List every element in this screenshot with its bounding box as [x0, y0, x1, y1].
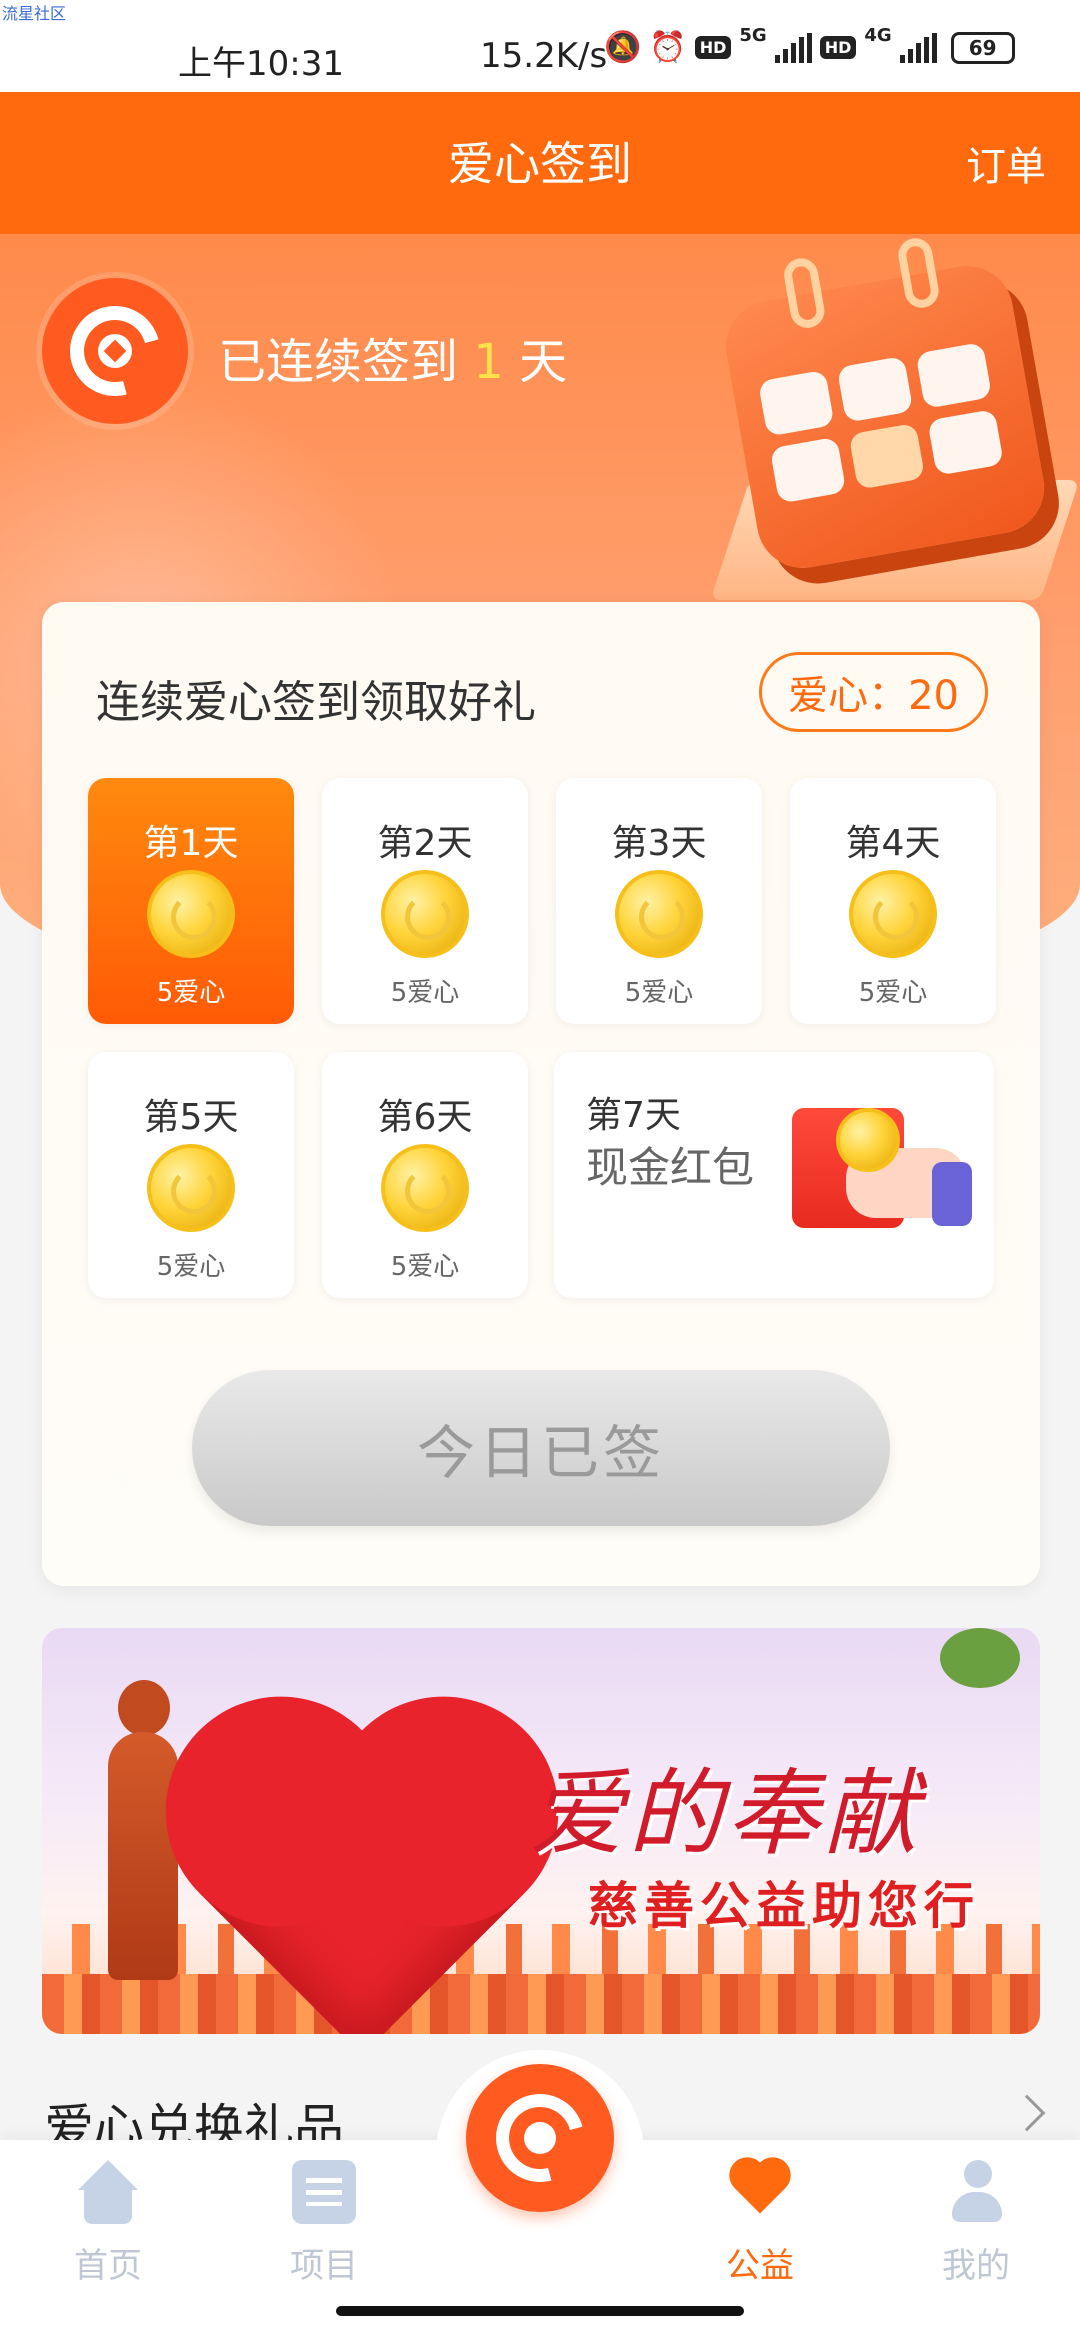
coin-icon	[147, 1144, 235, 1232]
tab-charity[interactable]: 公益	[690, 2160, 830, 2287]
coin-icon	[147, 870, 235, 958]
tab-projects[interactable]: 项目	[254, 2160, 394, 2287]
home-icon	[76, 2160, 140, 2224]
points-badge: 爱心：20	[759, 652, 988, 732]
coin-icon	[836, 1108, 900, 1172]
list-icon	[292, 2160, 356, 2224]
network-type-label: 5G	[739, 25, 767, 46]
watermark: 流星社区	[2, 4, 67, 23]
app-logo-icon	[42, 278, 188, 424]
coin-icon	[849, 870, 937, 958]
tab-label: 公益	[726, 2246, 794, 2286]
child-figure-head	[118, 1680, 170, 1736]
day-reward: 5爱心	[624, 978, 694, 1008]
day-label: 第4天	[845, 823, 941, 864]
page-title: 爱心签到	[448, 137, 632, 191]
day-reward: 5爱心	[390, 978, 460, 1008]
status-bar: 流星社区 上午10:31 15.2K/s 🔕 ⏰ HD 5G HD 4G 69	[0, 0, 1080, 92]
streak-suffix: 天	[503, 334, 568, 390]
day-reward: 5爱心	[390, 1252, 460, 1282]
chevron-right-icon[interactable]	[1008, 2094, 1046, 2132]
day-label: 第3天	[611, 823, 707, 864]
status-icons: 🔕 ⏰ HD 5G HD 4G 69	[604, 25, 1015, 65]
day-card-5[interactable]: 第5天 5爱心	[88, 1052, 294, 1298]
calendar-icon	[718, 235, 1052, 576]
signin-card: 连续爱心签到领取好礼 爱心：20 第1天 5爱心 第2天 5爱心 第3天 5爱心…	[42, 602, 1040, 1586]
tab-label: 项目	[290, 2246, 358, 2286]
day-reward: 5爱心	[156, 1252, 226, 1282]
tab-label: 首页	[74, 2246, 142, 2286]
signin-card-title: 连续爱心签到领取好礼	[96, 677, 536, 728]
order-link[interactable]: 订单	[966, 134, 1046, 192]
day-card-3[interactable]: 第3天 5爱心	[556, 778, 762, 1024]
battery-icon: 69	[950, 31, 1015, 64]
user-icon	[944, 2160, 1008, 2224]
thumbs-up-sleeve	[932, 1162, 972, 1226]
streak-prefix: 已连续签到	[218, 334, 474, 390]
banner-subtitle: 慈善公益助您行	[588, 1877, 980, 1935]
day-reward: 现金红包	[586, 1143, 755, 1192]
mute-icon: 🔕	[604, 30, 642, 65]
network-speed: 15.2K/s	[480, 36, 608, 76]
child-figure	[108, 1732, 178, 1980]
coin-icon	[615, 870, 703, 958]
app-header: 爱心签到 订单	[0, 92, 1080, 234]
signed-today-button[interactable]: 今日已签	[192, 1370, 890, 1526]
signal-icon-2	[899, 32, 937, 63]
center-logo-button[interactable]	[466, 2064, 614, 2212]
tree-decoration	[940, 1628, 1020, 1688]
day-card-2[interactable]: 第2天 5爱心	[322, 778, 528, 1024]
streak-days: 1	[473, 334, 504, 390]
day-label: 第1天	[143, 823, 239, 864]
hd-badge-2: HD	[819, 36, 857, 59]
day-card-6[interactable]: 第6天 5爱心	[322, 1052, 528, 1298]
streak-text: 已连续签到 1 天	[218, 322, 567, 392]
alarm-icon: ⏰	[649, 30, 687, 65]
tab-label: 我的	[942, 2246, 1010, 2286]
home-indicator[interactable]	[336, 2306, 744, 2316]
tab-mine[interactable]: 我的	[906, 2160, 1046, 2287]
day-card-4[interactable]: 第4天 5爱心	[790, 778, 996, 1024]
coin-icon	[381, 870, 469, 958]
day-label: 第2天	[377, 823, 473, 864]
status-time: 上午10:31	[178, 44, 344, 84]
coin-icon	[381, 1144, 469, 1232]
network-type-label-2: 4G	[864, 25, 892, 46]
charity-banner[interactable]: 爱的奉献 慈善公益助您行	[42, 1628, 1040, 2034]
signal-icon	[774, 32, 812, 63]
day-reward: 5爱心	[156, 978, 226, 1008]
tab-home[interactable]: 首页	[38, 2160, 178, 2287]
hd-badge: HD	[694, 36, 732, 59]
day-label: 第5天	[143, 1097, 239, 1138]
day-label: 第6天	[377, 1097, 473, 1138]
heart-hands-icon	[728, 2160, 792, 2224]
day-label: 第7天	[586, 1095, 681, 1136]
day-card-1[interactable]: 第1天 5爱心	[88, 778, 294, 1024]
banner-title: 爱的奉献	[530, 1760, 923, 1869]
page: 流星社区 上午10:31 15.2K/s 🔕 ⏰ HD 5G HD 4G 69 …	[0, 0, 1080, 2340]
city-skyline-front	[42, 1974, 1040, 2034]
day-reward: 5爱心	[858, 978, 928, 1008]
day-card-7[interactable]: 第7天 现金红包	[554, 1052, 994, 1298]
